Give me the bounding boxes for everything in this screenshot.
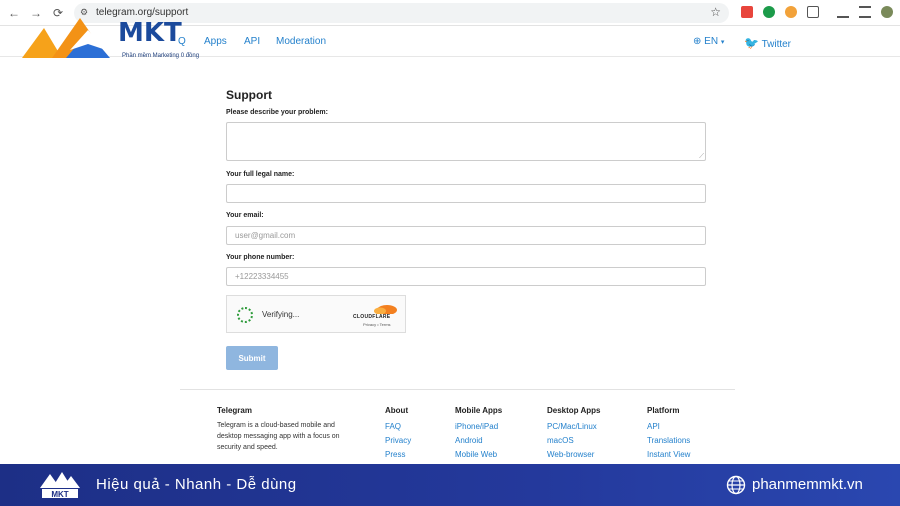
footer-telegram-heading: Telegram — [217, 406, 252, 415]
footer-mobile-apps: Mobile Apps iPhone/iPad Android Mobile W… — [455, 406, 502, 462]
footer-platform-heading: Platform — [647, 406, 680, 415]
footer-divider — [180, 389, 735, 390]
loading-spinner-icon — [237, 307, 253, 323]
email-label: Your email: — [226, 212, 264, 219]
cloudflare-captcha[interactable]: Verifying... CLOUDFLARE Privacy • Terms — [226, 295, 406, 333]
banner-website[interactable]: phanmemmkt.vn — [752, 476, 863, 493]
name-label: Your full legal name: — [226, 171, 295, 178]
footer-telegram: Telegram Telegram is a cloud-based mobil… — [217, 406, 347, 453]
footer-link-mobile-web[interactable]: Mobile Web — [455, 448, 502, 462]
footer-desktop-apps: Desktop Apps PC/Mac/Linux macOS Web-brow… — [547, 406, 601, 462]
language-selector[interactable]: ⊕ EN ▾ — [693, 36, 724, 47]
footer-link-iphone[interactable]: iPhone/iPad — [455, 420, 502, 434]
nav-moderation[interactable]: Moderation — [276, 36, 326, 47]
phone-input[interactable]: +12223334455 — [226, 267, 706, 286]
extension-pdf-icon[interactable] — [741, 6, 753, 18]
footer-link-faq[interactable]: FAQ — [385, 420, 411, 434]
twitter-label: Twitter — [761, 39, 792, 50]
captcha-privacy-terms[interactable]: Privacy • Terms — [363, 322, 391, 327]
mkt-brand: MKT — [118, 18, 182, 48]
footer-link-translations[interactable]: Translations — [647, 434, 690, 448]
footer-link-web-browser[interactable]: Web-browser — [547, 448, 601, 462]
footer-link-instant-view[interactable]: Instant View — [647, 448, 690, 462]
problem-textarea[interactable]: ⟋ — [226, 122, 706, 161]
nav-api[interactable]: API — [244, 36, 260, 47]
footer-link-privacy[interactable]: Privacy — [385, 434, 411, 448]
name-input[interactable] — [226, 184, 706, 203]
mkt-watermark-logo: MKT Phần mềm Marketing 0 đồng — [22, 14, 222, 64]
resize-handle-icon[interactable]: ⟋ — [699, 148, 704, 165]
page-title: Support — [226, 88, 272, 102]
chevron-down-icon: ▾ — [720, 39, 725, 46]
bookmark-star-icon[interactable]: ☆ — [710, 5, 721, 19]
footer-link-press[interactable]: Press — [385, 448, 411, 462]
footer-mobile-heading: Mobile Apps — [455, 406, 503, 415]
globe-icon: ⊕ — [693, 36, 702, 47]
footer-link-android[interactable]: Android — [455, 434, 502, 448]
mkt-logo-mark-icon — [22, 18, 110, 58]
cloudflare-logo: CLOUDFLARE Privacy • Terms — [353, 304, 399, 328]
phone-label: Your phone number: — [226, 254, 295, 261]
svg-text:MKT: MKT — [51, 490, 68, 499]
download-icon[interactable] — [837, 6, 849, 18]
menu-icon[interactable] — [859, 6, 871, 18]
language-label: EN — [704, 36, 719, 47]
mkt-banner-logo-icon: MKT — [40, 472, 80, 499]
footer-about: About FAQ Privacy Press — [385, 406, 411, 462]
profile-avatar[interactable] — [881, 6, 893, 18]
footer-telegram-desc: Telegram is a cloud-based mobile and des… — [217, 422, 340, 451]
submit-button[interactable]: Submit — [226, 346, 278, 370]
footer-link-api[interactable]: API — [647, 420, 690, 434]
banner-slogan: Hiệu quả - Nhanh - Dễ dùng — [96, 476, 297, 493]
cloudflare-cloud-icon — [374, 305, 397, 314]
mkt-tagline: Phần mềm Marketing 0 đồng — [122, 53, 200, 59]
globe-icon — [726, 475, 746, 495]
extension-grammarly-icon[interactable] — [763, 6, 775, 18]
footer-platform: Platform API Translations Instant View — [647, 406, 690, 462]
extension-gear-icon[interactable] — [785, 6, 797, 18]
twitter-bird-icon: 🐦 — [744, 36, 759, 50]
footer-link-pc[interactable]: PC/Mac/Linux — [547, 420, 601, 434]
twitter-link[interactable]: 🐦 Twitter — [744, 36, 791, 50]
footer-desktop-heading: Desktop Apps — [547, 406, 601, 415]
footer-about-heading: About — [385, 406, 409, 415]
captcha-status: Verifying... — [262, 310, 300, 319]
email-input[interactable]: user@gmail.com — [226, 226, 706, 245]
footer-link-macos[interactable]: macOS — [547, 434, 601, 448]
back-icon[interactable]: ← — [6, 5, 22, 21]
problem-label: Please describe your problem: — [226, 109, 328, 116]
promo-banner: MKT Hiệu quả - Nhanh - Dễ dùng phanmemmk… — [0, 464, 900, 506]
cloudflare-brand: CLOUDFLARE — [353, 314, 391, 320]
extensions-puzzle-icon[interactable] — [807, 6, 819, 18]
